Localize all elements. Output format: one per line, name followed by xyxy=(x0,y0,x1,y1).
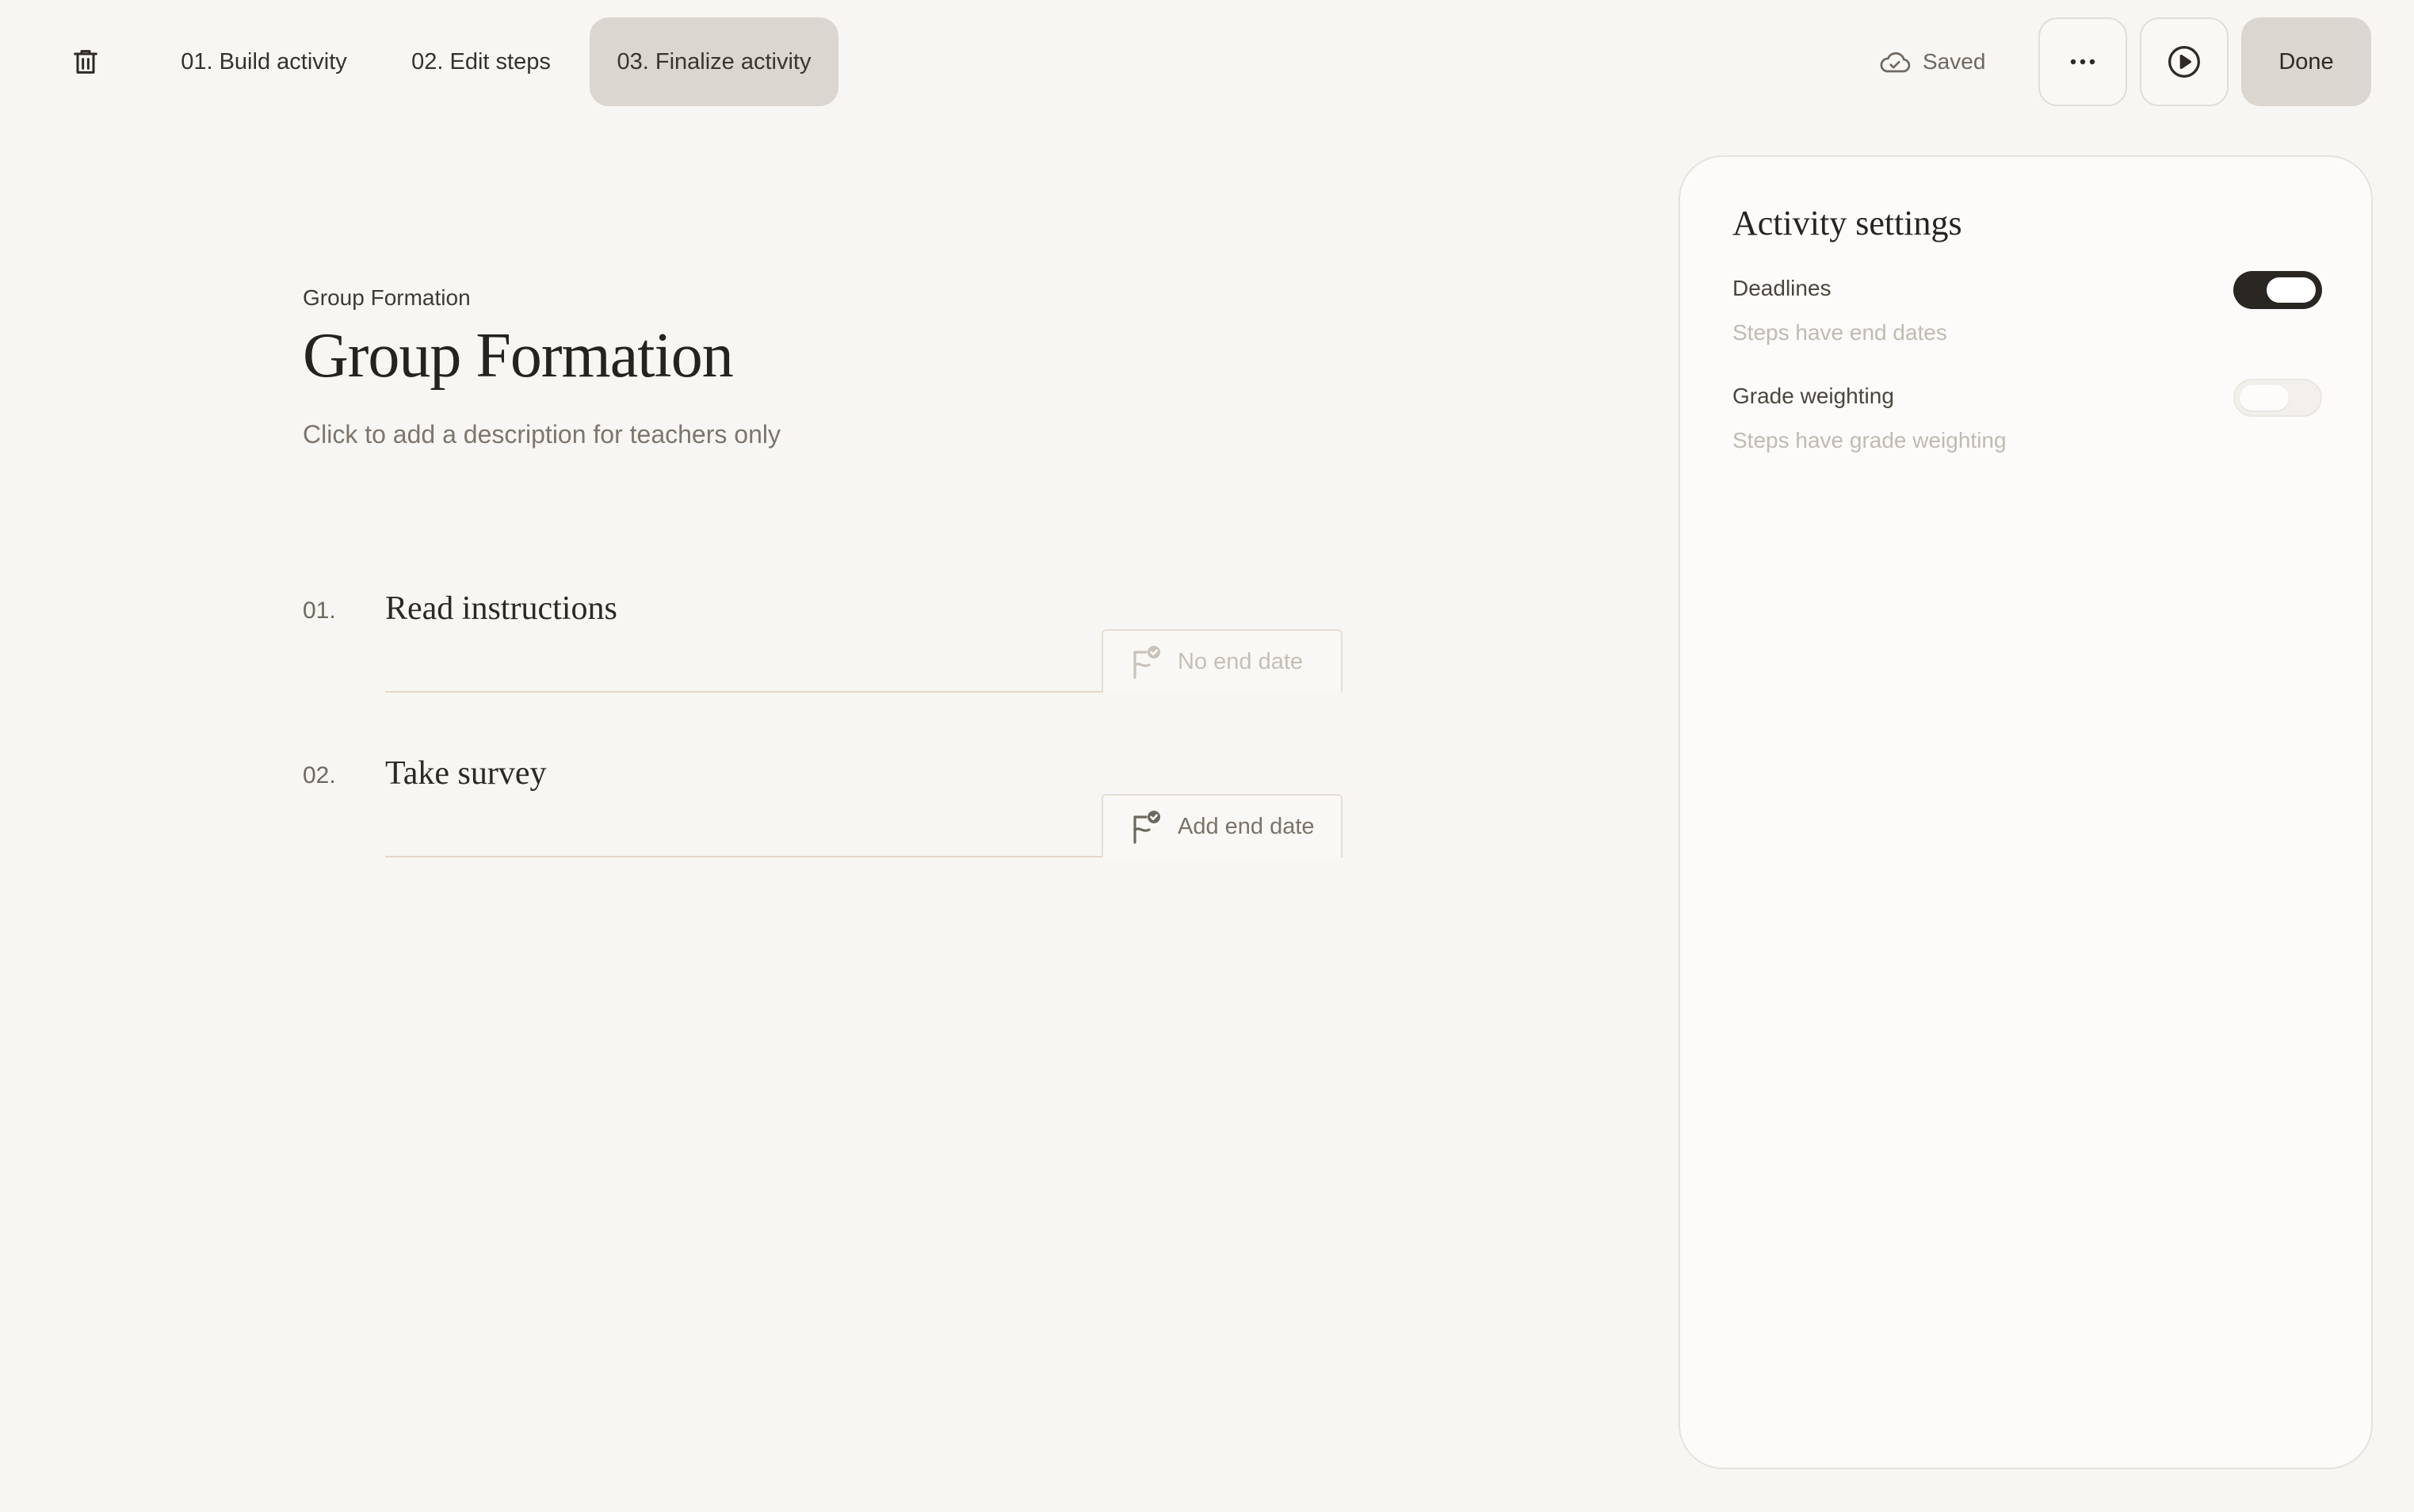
flag-check-icon xyxy=(1133,811,1160,844)
flag-check-icon xyxy=(1133,646,1160,679)
page-title[interactable]: Group Formation xyxy=(303,320,734,392)
panel-title: Activity settings xyxy=(1732,204,1962,242)
done-button[interactable]: Done xyxy=(2241,17,2371,106)
setting-label: Deadlines xyxy=(1732,276,1832,300)
step-row: 01. Read instructions No end date xyxy=(303,578,1343,697)
tab-build-activity[interactable]: 01. Build activity xyxy=(159,17,369,106)
tab-finalize-activity[interactable]: 03. Finalize activity xyxy=(590,17,838,106)
more-icon xyxy=(2070,59,2095,65)
step-number: 01. xyxy=(303,598,336,624)
setting-label: Grade weighting xyxy=(1732,384,1894,408)
setting-grade-weighting: Grade weighting Steps have grade weighti… xyxy=(1732,379,2322,471)
no-end-date-button[interactable]: No end date xyxy=(1102,629,1343,693)
description-field[interactable]: Click to add a description for teachers … xyxy=(303,420,781,449)
date-label: Add end date xyxy=(1178,813,1315,839)
play-icon xyxy=(2168,46,2200,78)
deadlines-toggle[interactable] xyxy=(2233,271,2322,309)
tab-edit-steps[interactable]: 02. Edit steps xyxy=(384,17,579,106)
step-number: 02. xyxy=(303,762,336,788)
setting-description: Steps have grade weighting xyxy=(1732,428,2007,452)
step-title[interactable]: Take survey xyxy=(385,754,546,792)
save-status: Saved xyxy=(1878,40,1985,84)
date-label: No end date xyxy=(1178,648,1304,674)
delete-button[interactable] xyxy=(62,40,109,84)
trash-icon xyxy=(74,50,97,74)
activity-settings-panel: Activity settings Deadlines Steps have e… xyxy=(1679,155,2373,1469)
grade-weighting-toggle[interactable] xyxy=(2233,379,2322,417)
setting-description: Steps have end dates xyxy=(1732,320,1947,345)
more-options-button[interactable] xyxy=(2038,17,2127,106)
add-end-date-button[interactable]: Add end date xyxy=(1102,794,1343,857)
toggle-knob xyxy=(2240,385,2289,410)
setting-deadlines: Deadlines Steps have end dates xyxy=(1732,271,2322,363)
saved-label: Saved xyxy=(1923,49,1986,74)
cloud-icon xyxy=(1880,52,1911,73)
breadcrumb: Group Formation xyxy=(303,285,471,310)
step-row: 02. Take survey Add end date xyxy=(303,743,1343,862)
preview-button[interactable] xyxy=(2140,17,2229,106)
step-title[interactable]: Read instructions xyxy=(385,590,617,628)
toggle-knob xyxy=(2267,277,2316,303)
activity-editor: 01. Build activity 02. Edit steps 03. Fi… xyxy=(0,0,2414,1512)
